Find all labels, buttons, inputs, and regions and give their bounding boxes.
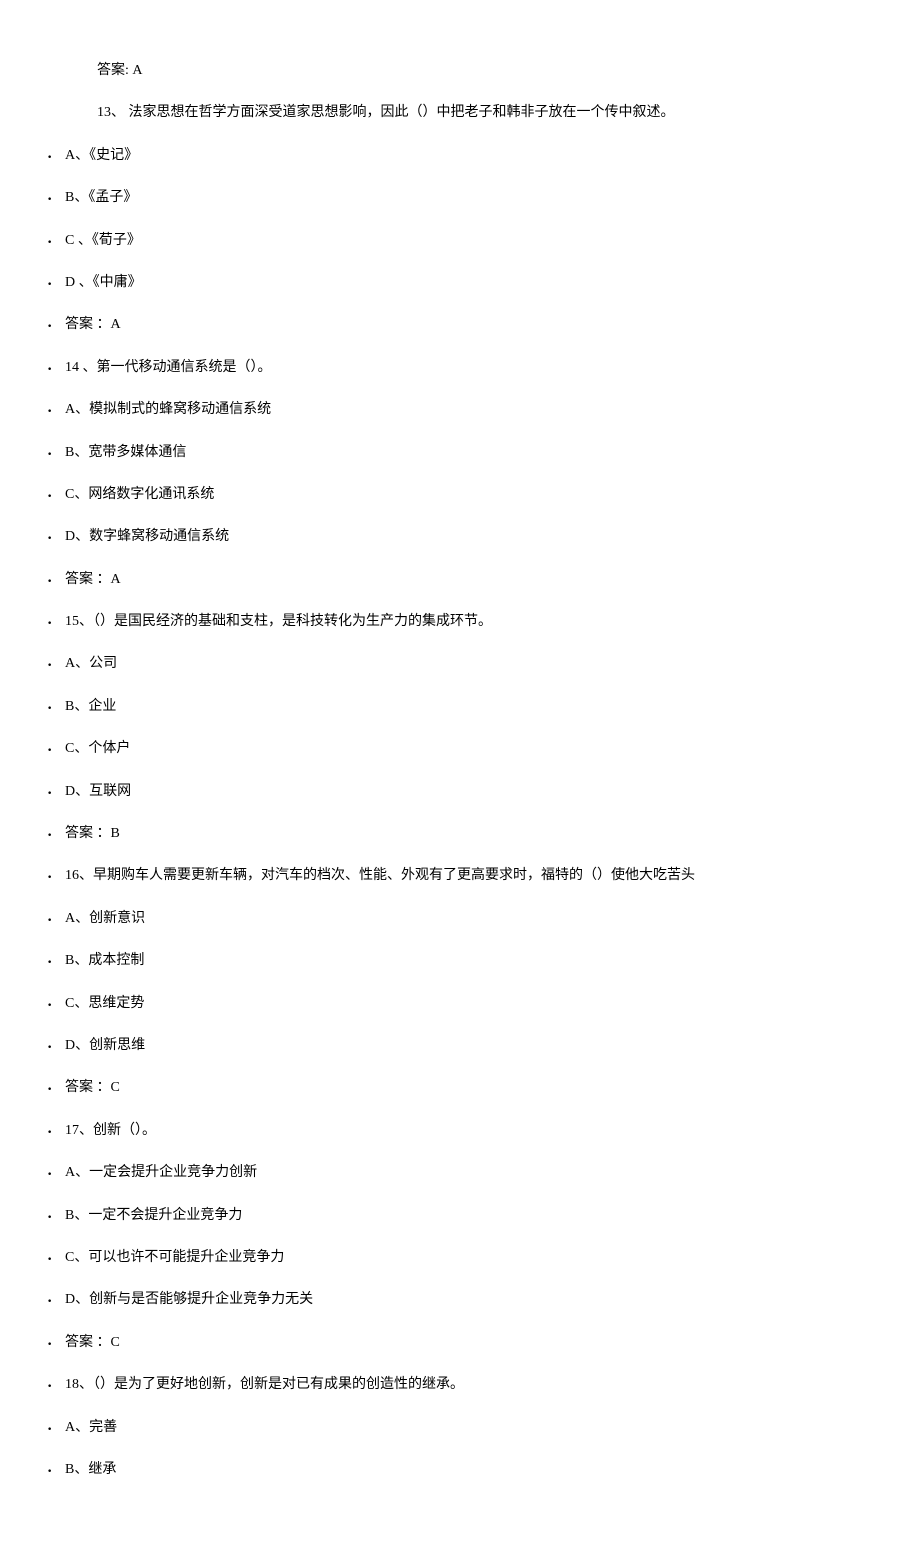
list-item: A、创新意识 <box>45 908 875 930</box>
item-text: A、创新意识 <box>65 911 145 926</box>
item-text: D、创新与是否能够提升企业竞争力无关 <box>65 1292 313 1307</box>
item-text: C 、《荀子》 <box>65 233 141 248</box>
item-text: A、完善 <box>65 1420 117 1435</box>
list-item: B、一定不会提升企业竞争力 <box>45 1205 875 1227</box>
list-item: 18、（）是为了更好地创新，创新是对已有成果的创造性的继承。 <box>45 1374 875 1396</box>
item-text: B、一定不会提升企业竞争力 <box>65 1208 242 1223</box>
item-text: B、企业 <box>65 699 116 714</box>
list-item: B、企业 <box>45 696 875 718</box>
list-item: 答案 ：B <box>45 823 875 845</box>
item-text: C、个体户 <box>65 741 130 756</box>
item-text: B、宽带多媒体通信 <box>65 445 186 460</box>
item-text: 18、（）是为了更好地创新，创新是对已有成果的创造性的继承。 <box>65 1377 464 1392</box>
item-text: D、数字蜂窝移动通信系统 <box>65 529 229 544</box>
item-text: 答案 ：A <box>65 317 121 332</box>
item-text: A、《史记》 <box>65 148 138 163</box>
item-text: 14 、第一代移动通信系统是（）。 <box>65 360 272 375</box>
list-item: D、创新与是否能够提升企业竞争力无关 <box>45 1289 875 1311</box>
list-item: C、思维定势 <box>45 993 875 1015</box>
item-text: A、一定会提升企业竞争力创新 <box>65 1165 257 1180</box>
list-item: D、创新思维 <box>45 1035 875 1057</box>
list-item: 15、（）是国民经济的基础和支柱，是科技转化为生产力的集成环节。 <box>45 611 875 633</box>
item-text: B、成本控制 <box>65 953 144 968</box>
list-item: C、可以也许不可能提升企业竞争力 <box>45 1247 875 1269</box>
item-text: 答案 ：C <box>65 1080 120 1095</box>
item-text: 16、早期购车人需要更新车辆，对汽车的档次、性能、外观有了更高要求时，福特的（）… <box>65 868 695 883</box>
list-item: 答案 ：C <box>45 1077 875 1099</box>
list-item: 16、早期购车人需要更新车辆，对汽车的档次、性能、外观有了更高要求时，福特的（）… <box>45 865 875 887</box>
list-item: B、宽带多媒体通信 <box>45 442 875 464</box>
question-13: 13、 法家思想在哲学方面深受道家思想影响，因此（）中把老子和韩非子放在一个传中… <box>97 102 875 124</box>
list-item: C、个体户 <box>45 738 875 760</box>
item-text: A、公司 <box>65 656 117 671</box>
list-item: D、数字蜂窝移动通信系统 <box>45 526 875 548</box>
item-text: C、思维定势 <box>65 996 144 1011</box>
list-item: D 、《中庸》 <box>45 272 875 294</box>
item-text: C、网络数字化通讯系统 <box>65 487 214 502</box>
list-item: 14 、第一代移动通信系统是（）。 <box>45 357 875 379</box>
list-item: 答案 ：A <box>45 314 875 336</box>
item-text: A、模拟制式的蜂窝移动通信系统 <box>65 402 271 417</box>
list-item: D、互联网 <box>45 781 875 803</box>
list-item: A、《史记》 <box>45 145 875 167</box>
item-text: B、《孟子》 <box>65 190 137 205</box>
list-item: C 、《荀子》 <box>45 230 875 252</box>
answer-12: 答案: A <box>97 60 875 82</box>
question-list: A、《史记》 B、《孟子》 C 、《荀子》 D 、《中庸》 答案 ：A 14 、… <box>45 145 875 1482</box>
list-item: A、模拟制式的蜂窝移动通信系统 <box>45 399 875 421</box>
item-text: D、创新思维 <box>65 1038 145 1053</box>
item-text: D 、《中庸》 <box>65 275 142 290</box>
list-item: 答案 ：C <box>45 1332 875 1354</box>
list-item: A、公司 <box>45 653 875 675</box>
item-text: 答案 ：B <box>65 826 120 841</box>
list-item: 答案 ：A <box>45 569 875 591</box>
list-item: B、成本控制 <box>45 950 875 972</box>
item-text: B、继承 <box>65 1462 116 1477</box>
item-text: C、可以也许不可能提升企业竞争力 <box>65 1250 284 1265</box>
item-text: 17、创新（）。 <box>65 1123 156 1138</box>
list-item: A、一定会提升企业竞争力创新 <box>45 1162 875 1184</box>
list-item: A、完善 <box>45 1417 875 1439</box>
list-item: B、《孟子》 <box>45 187 875 209</box>
list-item: 17、创新（）。 <box>45 1120 875 1142</box>
item-text: D、互联网 <box>65 784 131 799</box>
list-item: C、网络数字化通讯系统 <box>45 484 875 506</box>
item-text: 答案 ：A <box>65 572 121 587</box>
item-text: 15、（）是国民经济的基础和支柱，是科技转化为生产力的集成环节。 <box>65 614 492 629</box>
item-text: 答案 ：C <box>65 1335 120 1350</box>
list-item: B、继承 <box>45 1459 875 1481</box>
